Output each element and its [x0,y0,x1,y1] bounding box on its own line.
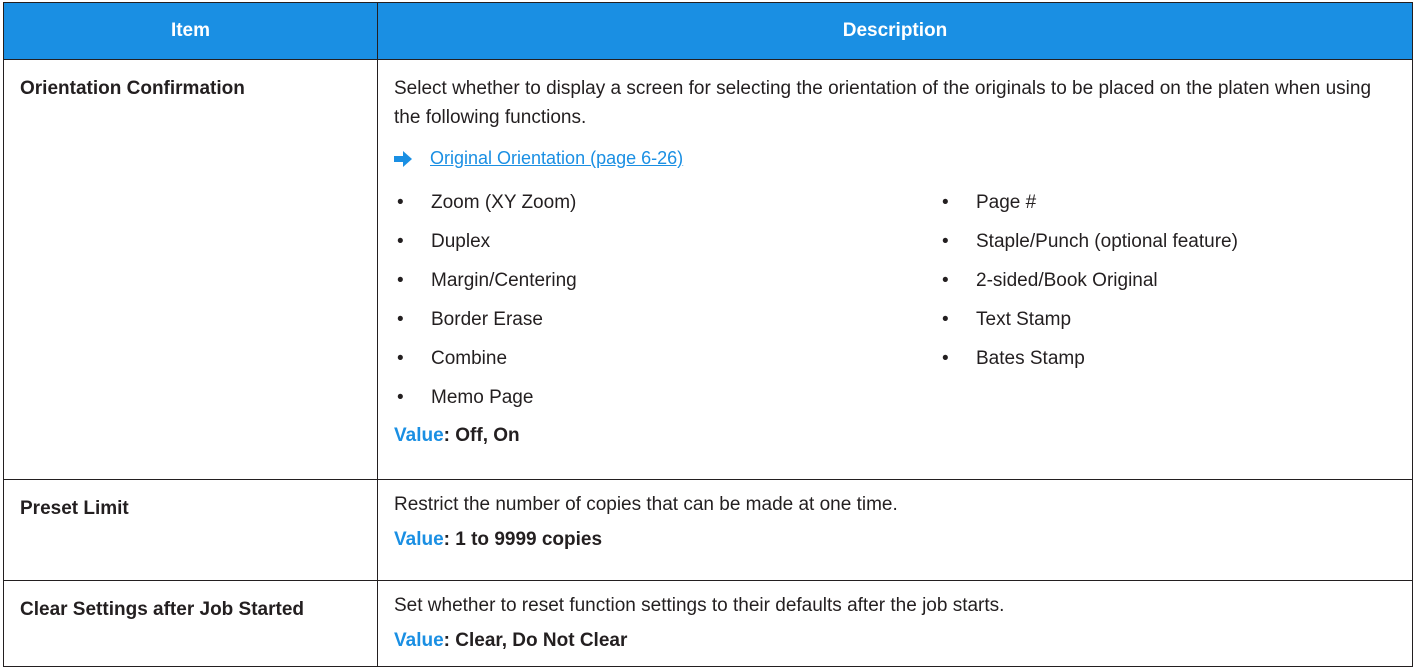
list-item: • Margin/Centering [394,261,939,300]
bullet: • [397,230,404,252]
list-item: • Zoom (XY Zoom) [394,183,939,222]
description-text: Select whether to display a screen for s… [394,78,1372,129]
row-description: Restrict the number of copies that can b… [377,479,1413,581]
bullet: • [942,269,949,291]
bullet: • [942,191,949,213]
description-text: Set whether to reset function settings t… [394,595,1005,616]
table-row: Clear Settings after Job Started Set whe… [3,580,1413,667]
function-lists: • Zoom (XY Zoom) • Duplex • Margin/Centerin… [394,183,1396,417]
settings-table: Item Description Orientation Confirmatio… [3,2,1413,667]
function-list-right: • Page # • Staple/Punch (optional feature)… [939,183,1238,417]
reference-link-row: Original Orientation (page 6-26) [394,145,1396,173]
list-item: • Combine [394,339,939,378]
table-header-row: Item Description [3,2,1413,60]
bullet: • [942,308,949,330]
table-row: Preset Limit Restrict the number of copi… [3,479,1413,581]
row-item-name: Orientation Confirmation [3,59,378,480]
bullet: • [942,230,949,252]
list-item: • Bates Stamp [939,339,1238,378]
list-item: • 2-sided/Book Original [939,261,1238,300]
header-item: Item [3,2,378,60]
list-item: • Memo Page [394,378,939,417]
description-text: Restrict the number of copies that can b… [394,494,898,515]
value-line: Value: 1 to 9999 copies [394,525,1396,554]
bullet: • [397,347,404,369]
bullet: • [397,308,404,330]
bullet: • [397,269,404,291]
bullet: • [397,386,404,408]
value-label: Value [394,424,444,446]
original-orientation-link[interactable]: Original Orientation (page 6-26) [430,145,683,173]
list-item: • Border Erase [394,300,939,339]
row-item-name: Clear Settings after Job Started [3,580,378,667]
value-text: : Clear, Do Not Clear [443,630,628,652]
bullet: • [397,191,404,213]
bullet: • [942,347,949,369]
value-label: Value [394,630,444,652]
header-description: Description [377,2,1413,60]
value-text: : 1 to 9999 copies [443,529,603,551]
value-label: Value [394,529,444,551]
value-line: Value: Clear, Do Not Clear [394,626,1396,655]
row-item-name: Preset Limit [3,479,378,581]
table-row: Orientation Confirmation Select whether … [3,59,1413,480]
row-description: Set whether to reset function settings t… [377,580,1413,667]
list-item: • Text Stamp [939,300,1238,339]
row-description: Select whether to display a screen for s… [377,59,1413,480]
list-item: • Staple/Punch (optional feature) [939,222,1238,261]
list-item: • Page # [939,183,1238,222]
value-line: Value: Off, On [394,421,1396,450]
value-text: : Off, On [443,424,520,446]
list-item: • Duplex [394,222,939,261]
arrow-right-icon [394,150,412,167]
function-list-left: • Zoom (XY Zoom) • Duplex • Margin/Centerin… [394,183,939,417]
